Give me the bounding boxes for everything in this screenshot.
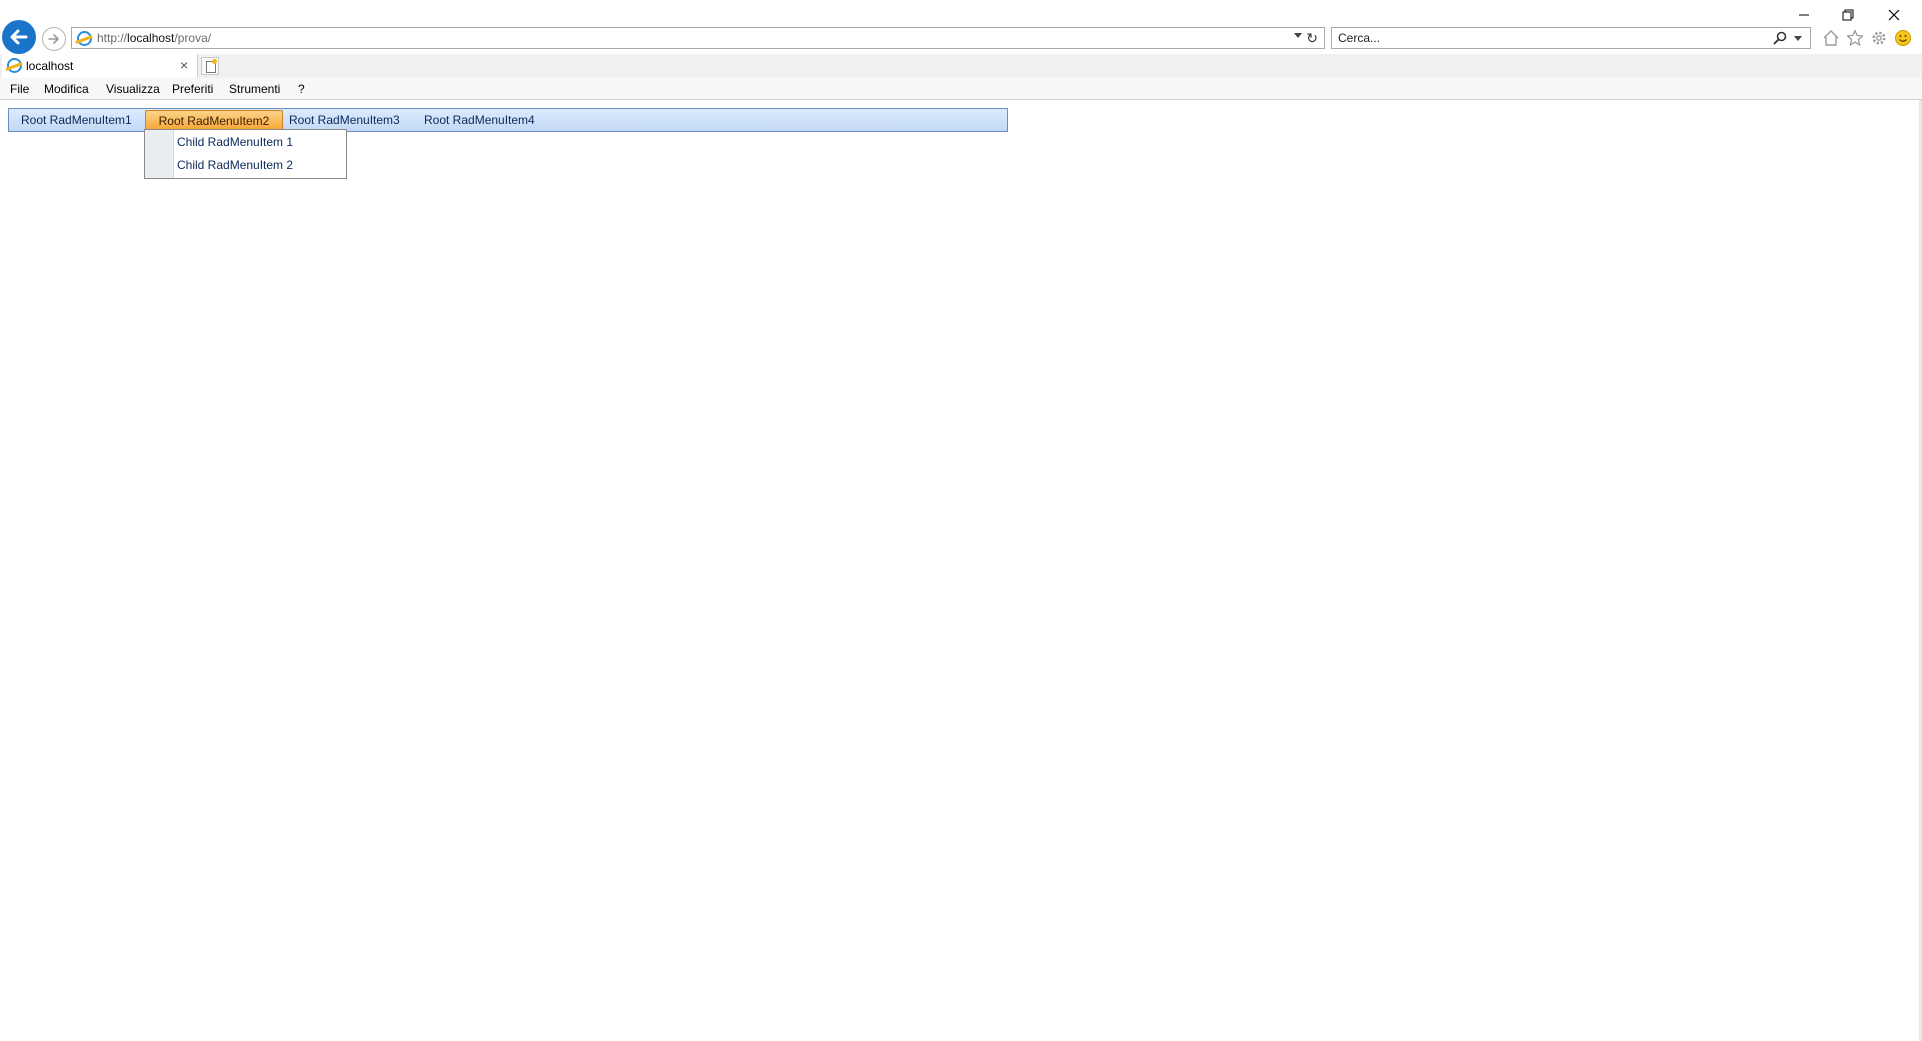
- tab-title: localhost: [26, 59, 74, 73]
- menu-modifica[interactable]: Modifica: [44, 82, 89, 96]
- minimize-button[interactable]: [1784, 4, 1824, 26]
- url-path: /prova/: [174, 31, 212, 45]
- close-icon: [1888, 9, 1900, 21]
- menu-help[interactable]: ?: [298, 82, 305, 96]
- forward-button[interactable]: [42, 27, 66, 51]
- tab-localhost[interactable]: localhost ×: [2, 54, 198, 78]
- menu-preferiti[interactable]: Preferiti: [172, 82, 213, 96]
- minimize-icon: [1799, 14, 1809, 16]
- root-menu-item-1[interactable]: Root RadMenuItem1: [21, 113, 132, 127]
- url-host: localhost: [127, 31, 175, 45]
- refresh-icon[interactable]: ↻: [1306, 29, 1318, 47]
- ie-logo-icon: [77, 31, 92, 46]
- star-icon[interactable]: [1845, 28, 1865, 48]
- menu-file[interactable]: File: [10, 82, 29, 96]
- search-box[interactable]: [1331, 27, 1811, 49]
- search-dropdown-icon[interactable]: [1794, 36, 1802, 41]
- restore-button[interactable]: [1828, 4, 1868, 26]
- restore-icon: [1842, 9, 1854, 21]
- page-content: [0, 100, 1922, 1041]
- root-menu-item-2[interactable]: Root RadMenuItem2: [146, 114, 282, 128]
- back-arrow-icon: [10, 29, 28, 45]
- root-menu-item-3[interactable]: Root RadMenuItem3: [289, 113, 400, 127]
- url-prefix: http://: [97, 31, 128, 45]
- back-button[interactable]: [2, 20, 36, 54]
- child-menu-item-1[interactable]: Child RadMenuItem 1: [177, 135, 293, 149]
- gear-icon[interactable]: [1869, 28, 1889, 48]
- forward-arrow-icon: [48, 34, 59, 44]
- menu-strumenti[interactable]: Strumenti: [229, 82, 280, 96]
- child-menu-item-2[interactable]: Child RadMenuItem 2: [177, 158, 293, 172]
- tab-close-icon[interactable]: ×: [180, 57, 188, 73]
- root-menu-item-4[interactable]: Root RadMenuItem4: [424, 113, 535, 127]
- address-url[interactable]: http://localhost/prova/: [97, 31, 211, 45]
- search-icon[interactable]: [1772, 30, 1788, 46]
- menu-visualizza[interactable]: Visualizza: [106, 82, 160, 96]
- submenu-icon-gutter: [145, 130, 174, 178]
- close-window-button[interactable]: [1874, 4, 1914, 26]
- browser-toolbar: http://localhost/prova/ ↻: [0, 0, 1922, 58]
- root-menu-item-2-highlight[interactable]: Root RadMenuItem2: [145, 110, 283, 130]
- address-dropdown-icon[interactable]: [1294, 33, 1302, 38]
- ie-logo-icon: [7, 58, 22, 73]
- address-bar[interactable]: http://localhost/prova/ ↻: [71, 27, 1325, 49]
- menu-bar: File Modifica Visualizza Preferiti Strum…: [0, 78, 1922, 100]
- tab-strip: localhost ×: [0, 54, 1922, 78]
- home-icon[interactable]: [1821, 28, 1841, 48]
- smiley-icon[interactable]: [1893, 28, 1913, 48]
- new-tab-button[interactable]: [201, 57, 219, 75]
- submenu-dropdown: Child RadMenuItem 1 Child RadMenuItem 2: [144, 129, 347, 179]
- search-input[interactable]: [1338, 30, 1738, 46]
